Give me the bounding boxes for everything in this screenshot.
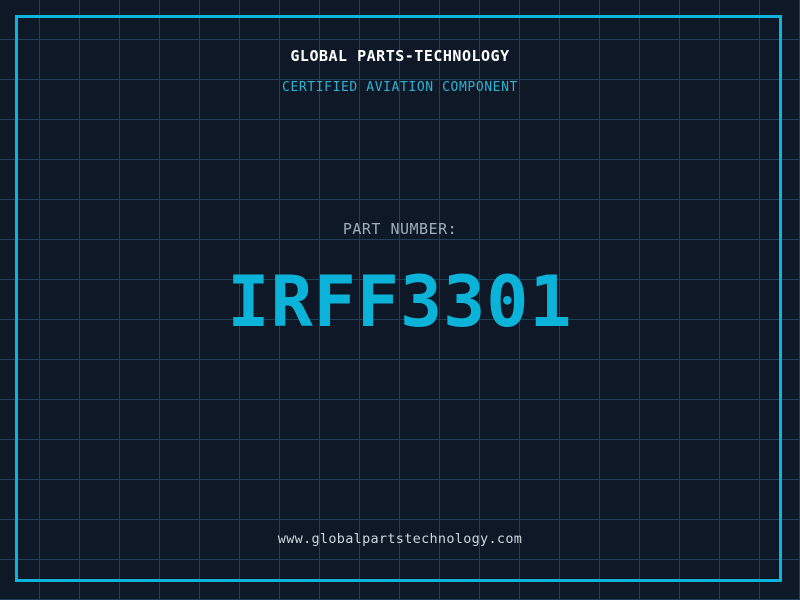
certification-subtitle: CERTIFIED AVIATION COMPONENT: [282, 80, 518, 95]
part-number-label: PART NUMBER:: [342, 220, 458, 238]
brand-title: GLOBAL PARTS-TECHNOLOGY: [290, 47, 510, 65]
product-card: GLOBAL PARTS-TECHNOLOGY CERTIFIED AVIATI…: [0, 0, 800, 600]
part-number-value: IRFF3301: [227, 261, 573, 343]
website-url: www.globalpartstechnology.com: [277, 531, 523, 547]
